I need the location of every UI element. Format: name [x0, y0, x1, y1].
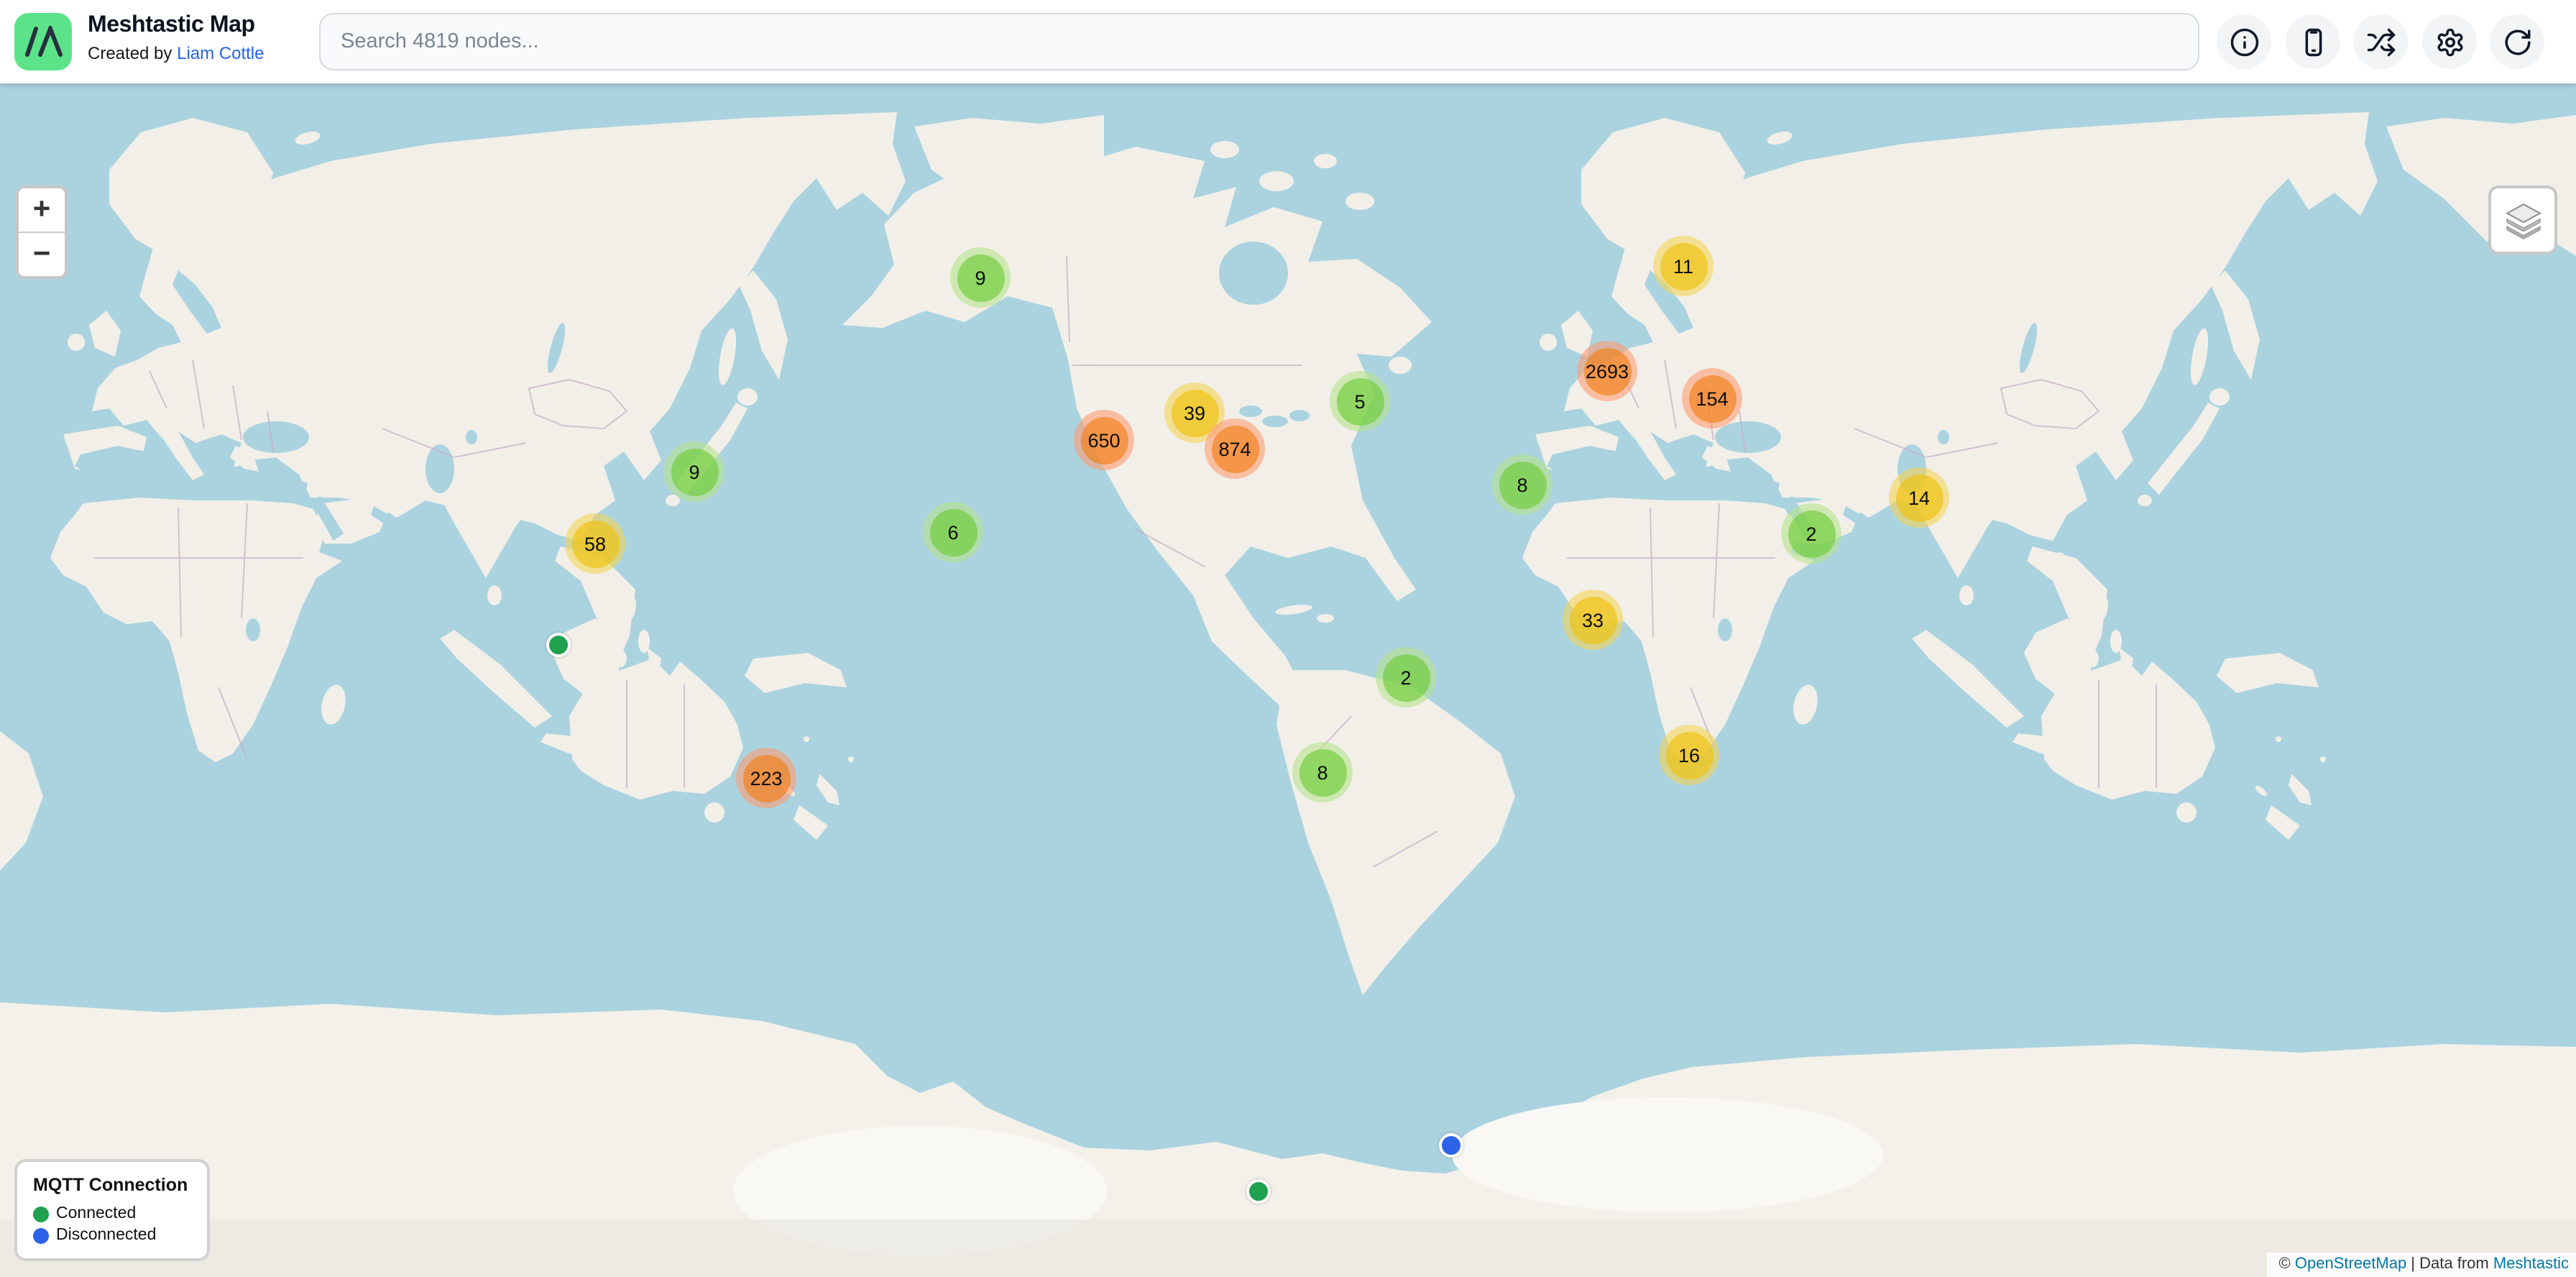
cluster-marker[interactable]: 2 — [1781, 503, 1841, 564]
attribution-copyright: © — [2279, 1255, 2295, 1273]
shuffle-icon — [2365, 27, 2396, 57]
osm-link[interactable]: OpenStreetMap — [2295, 1255, 2406, 1273]
legend-item: Disconnected — [33, 1227, 188, 1244]
cluster-count: 9 — [957, 254, 1004, 301]
attribution-separator: | Data from — [2406, 1255, 2493, 1273]
cluster-count: 16 — [1665, 731, 1713, 779]
layers-icon — [2503, 201, 2542, 239]
mqtt-legend: MQTT Connection Connected Disconnected — [14, 1159, 209, 1261]
cluster-marker[interactable]: 223 — [736, 748, 796, 808]
cluster-marker[interactable]: 154 — [1682, 368, 1742, 429]
world-map-tiles — [0, 83, 2576, 1277]
cluster-count: 9 — [671, 448, 718, 495]
connected-dot-icon — [33, 1206, 49, 1222]
cluster-count: 6 — [929, 508, 977, 556]
cluster-marker[interactable]: 2 — [1376, 647, 1436, 708]
cluster-marker[interactable]: 5 — [1330, 371, 1390, 431]
node-marker-disconnected[interactable] — [1439, 1133, 1463, 1158]
meshtastic-logo-icon — [23, 26, 63, 58]
byline: Created by Liam Cottle — [88, 43, 264, 65]
legend-label: Disconnected — [56, 1227, 156, 1244]
cluster-marker[interactable]: 8 — [1292, 742, 1353, 802]
cluster-marker[interactable]: 874 — [1205, 418, 1265, 479]
map-attribution: © OpenStreetMap | Data from Meshtastic — [2268, 1253, 2576, 1277]
map-canvas[interactable]: + − MQTT Connection Connected Disconnecte… — [0, 83, 2576, 1277]
cluster-marker[interactable]: 11 — [1653, 236, 1714, 296]
cluster-count: 11 — [1660, 242, 1707, 290]
cluster-marker[interactable]: 58 — [565, 513, 625, 574]
meshtastic-logo — [14, 13, 72, 70]
legend-label: Connected — [56, 1205, 136, 1222]
legend-title: MQTT Connection — [33, 1175, 188, 1195]
cluster-count: 154 — [1688, 375, 1736, 422]
layers-control[interactable] — [2488, 186, 2557, 255]
info-button[interactable] — [2217, 14, 2271, 69]
cluster-marker[interactable]: 14 — [1889, 467, 1949, 528]
disconnected-dot-icon — [33, 1227, 49, 1243]
smartphone-icon — [2298, 27, 2328, 57]
cluster-marker[interactable]: 9 — [664, 441, 724, 502]
search-input[interactable] — [319, 13, 2199, 70]
refresh-icon — [2502, 27, 2532, 57]
legend-item: Connected — [33, 1205, 188, 1222]
cluster-count: 33 — [1569, 596, 1616, 644]
cluster-count: 2 — [1382, 654, 1430, 701]
meshtastic-link[interactable]: Meshtastic — [2493, 1255, 2569, 1273]
cluster-marker[interactable]: 650 — [1074, 410, 1134, 470]
node-marker-connected[interactable] — [546, 633, 571, 657]
cluster-marker[interactable]: 33 — [1563, 590, 1623, 650]
cluster-count: 2693 — [1583, 347, 1631, 395]
cluster-count: 650 — [1080, 416, 1128, 464]
info-icon — [2229, 27, 2259, 57]
author-link[interactable]: Liam Cottle — [177, 43, 264, 63]
brand-block: Meshtastic Map Created by Liam Cottle — [88, 12, 264, 65]
meshtastic-map-app: + − MQTT Connection Connected Disconnecte… — [0, 0, 2576, 1277]
cluster-marker[interactable]: 2693 — [1577, 341, 1637, 401]
cluster-count: 223 — [742, 754, 790, 802]
cluster-count: 874 — [1211, 425, 1259, 472]
random-node-button[interactable] — [2353, 14, 2408, 69]
refresh-button[interactable] — [2490, 14, 2544, 69]
cluster-marker[interactable]: 6 — [923, 502, 983, 562]
cluster-count: 8 — [1499, 461, 1546, 508]
zoom-control: + − — [16, 186, 68, 279]
cluster-count: 58 — [571, 520, 619, 567]
zoom-out-button[interactable]: − — [19, 232, 65, 276]
node-marker-connected[interactable] — [1246, 1179, 1271, 1204]
cluster-marker[interactable]: 9 — [950, 247, 1011, 308]
mobile-device-button[interactable] — [2286, 14, 2340, 69]
cluster-count: 2 — [1788, 510, 1835, 557]
settings-button[interactable] — [2422, 14, 2477, 69]
cluster-count: 8 — [1299, 749, 1346, 796]
cluster-marker[interactable]: 16 — [1659, 725, 1719, 785]
zoom-in-button[interactable]: + — [19, 188, 65, 232]
cluster-count: 5 — [1336, 377, 1384, 425]
app-header: Meshtastic Map Created by Liam Cottle — [0, 0, 2576, 83]
cluster-count: 14 — [1895, 474, 1943, 521]
cluster-marker[interactable]: 8 — [1492, 454, 1552, 515]
gear-icon — [2434, 27, 2465, 57]
app-title: Meshtastic Map — [88, 12, 264, 40]
